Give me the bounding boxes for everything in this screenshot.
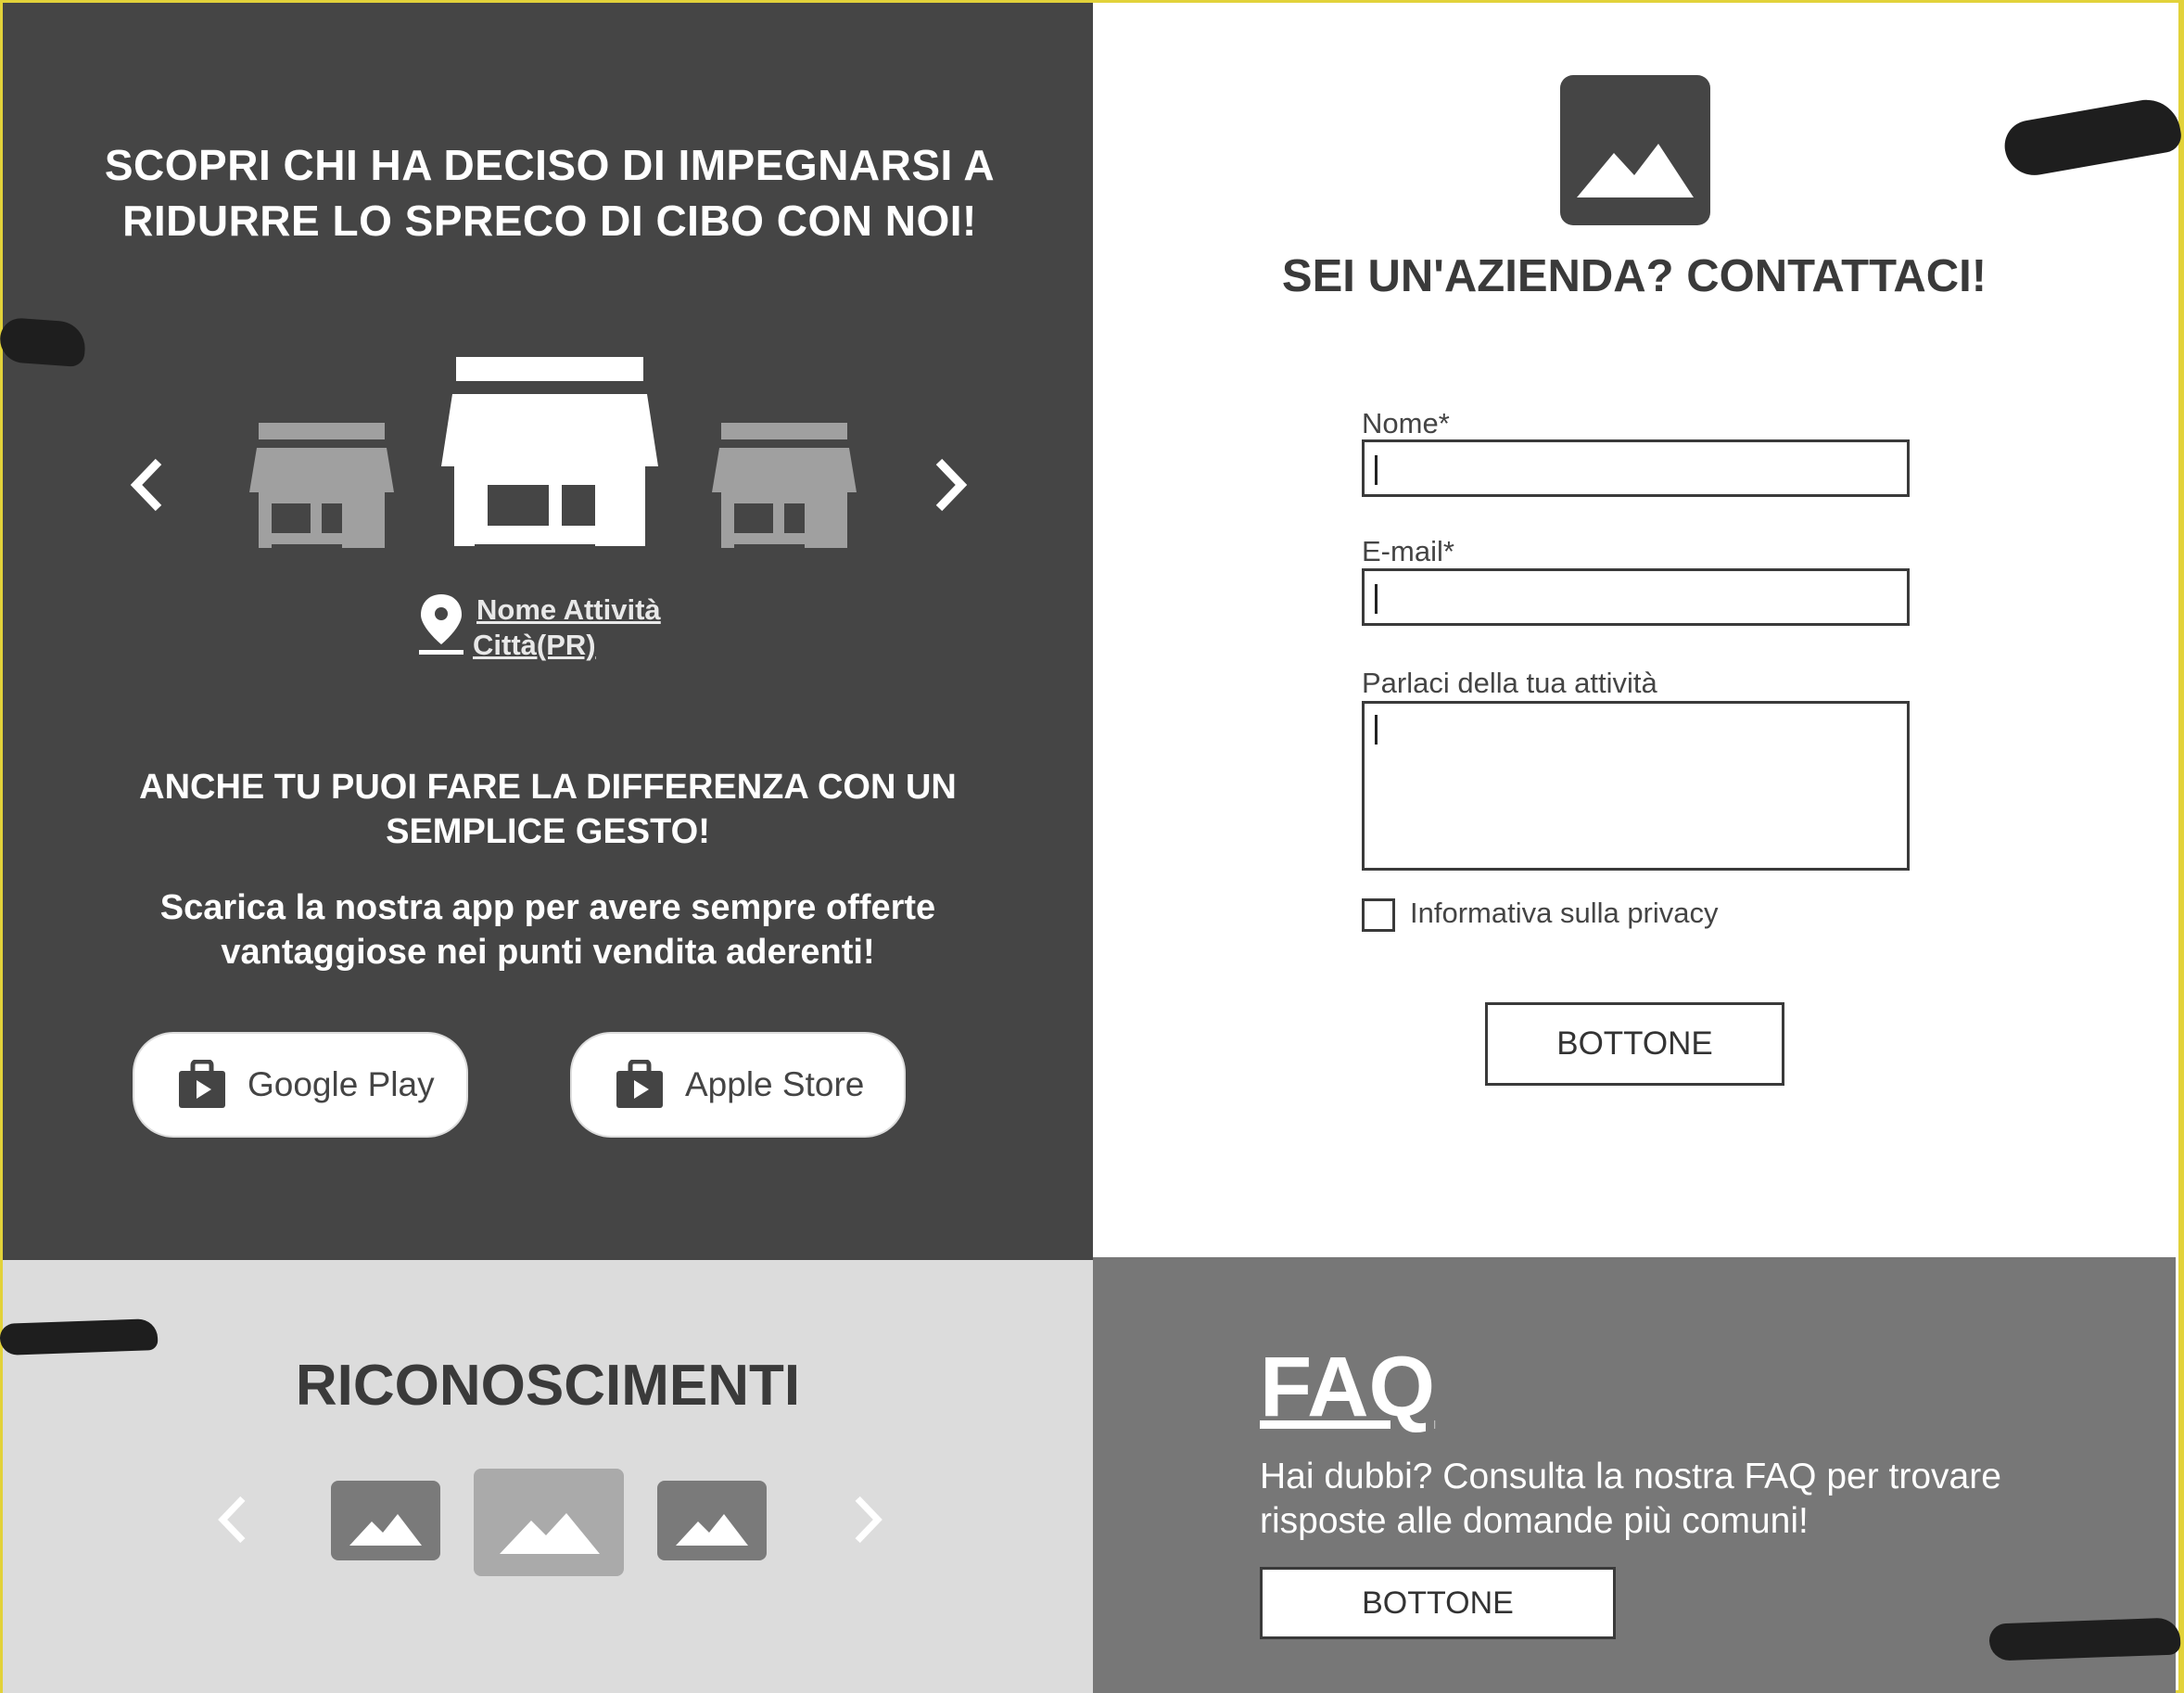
store-location-link[interactable]: Nome Attività Città(PR) bbox=[415, 592, 661, 663]
shopping-bag-icon bbox=[616, 1060, 663, 1108]
store-city[interactable]: Città(PR) bbox=[473, 628, 661, 663]
email-field[interactable] bbox=[1362, 568, 1910, 626]
text-caret bbox=[1375, 715, 1378, 745]
awards-prev-button[interactable] bbox=[205, 1483, 260, 1557]
contact-section: SEI UN'AZIENDA? CONTATTACI! Nome* E-mail… bbox=[1093, 3, 2176, 1260]
contact-submit-label: BOTTONE bbox=[1556, 1025, 1713, 1062]
message-textarea[interactable] bbox=[1362, 701, 1910, 871]
name-field[interactable] bbox=[1362, 439, 1910, 497]
image-placeholder-icon bbox=[1560, 75, 1710, 225]
chevron-right-icon bbox=[855, 1496, 882, 1544]
store-icon[interactable] bbox=[712, 420, 857, 550]
store-icon-active[interactable] bbox=[441, 353, 658, 548]
award-image[interactable] bbox=[657, 1481, 767, 1560]
map-pin-icon bbox=[419, 594, 463, 655]
email-label: E-mail* bbox=[1362, 535, 1454, 567]
awards-heading: RICONOSCIMENTI bbox=[295, 1354, 801, 1418]
award-image-active[interactable] bbox=[474, 1469, 624, 1576]
faq-heading[interactable]: FAQ bbox=[1260, 1341, 1435, 1433]
faq-button[interactable]: BOTTONE bbox=[1260, 1567, 1616, 1639]
award-image[interactable] bbox=[331, 1481, 440, 1560]
privacy-checkbox[interactable] bbox=[1362, 898, 1395, 932]
privacy-label[interactable]: Informativa sulla privacy bbox=[1410, 897, 1719, 930]
chevron-left-icon bbox=[218, 1496, 246, 1544]
decorative-ink-blot bbox=[1988, 1617, 2181, 1661]
google-play-button[interactable]: Google Play bbox=[133, 1032, 468, 1138]
decorative-ink-blot bbox=[0, 1318, 159, 1356]
store-icon[interactable] bbox=[249, 420, 394, 550]
chevron-right-icon bbox=[935, 458, 968, 512]
stores-heading: SCOPRI CHI HA DECISO DI IMPEGNARSI A RID… bbox=[104, 141, 996, 245]
awards-section: RICONOSCIMENTI bbox=[3, 1260, 1093, 1693]
app-cta-heading: ANCHE TU PUOI FARE LA DIFFERENZA CON UN … bbox=[139, 768, 957, 851]
stores-prev-button[interactable] bbox=[120, 448, 175, 522]
chevron-left-icon bbox=[130, 458, 162, 512]
name-label: Nome* bbox=[1362, 407, 1450, 439]
apple-store-button[interactable]: Apple Store bbox=[570, 1032, 906, 1138]
faq-button-label: BOTTONE bbox=[1362, 1585, 1514, 1621]
text-caret bbox=[1375, 455, 1378, 485]
message-label: Parlaci della tua attività bbox=[1362, 667, 1657, 699]
stores-next-button[interactable] bbox=[922, 448, 978, 522]
awards-next-button[interactable] bbox=[840, 1483, 895, 1557]
faq-text: Hai dubbi? Consulta la nostra FAQ per tr… bbox=[1260, 1457, 2001, 1541]
shopping-bag-icon bbox=[179, 1060, 225, 1108]
stores-section: SCOPRI CHI HA DECISO DI IMPEGNARSI A RID… bbox=[3, 3, 1093, 1260]
text-caret bbox=[1375, 584, 1378, 614]
store-name[interactable]: Nome Attività bbox=[473, 592, 661, 628]
app-cta-text: Scarica la nostra app per avere sempre o… bbox=[159, 888, 936, 972]
contact-heading: SEI UN'AZIENDA? CONTATTACI! bbox=[1281, 251, 1987, 301]
apple-store-label: Apple Store bbox=[685, 1065, 865, 1103]
contact-submit-button[interactable]: BOTTONE bbox=[1485, 1002, 1784, 1086]
google-play-label: Google Play bbox=[248, 1065, 435, 1103]
